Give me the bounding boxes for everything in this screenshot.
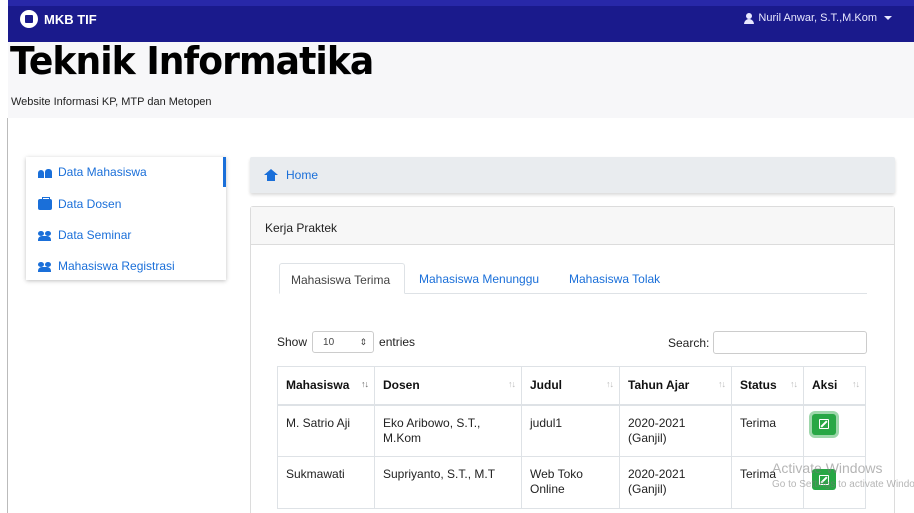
site-subtitle: Website Informasi KP, MTP dan Metopen: [11, 96, 212, 108]
column-header-judul[interactable]: Judul ↑↓: [521, 366, 620, 406]
sort-icon: ↑↓: [606, 379, 614, 389]
cell-tahun-ajar: 2020-2021 (Ganjil): [619, 456, 732, 509]
cell-mahasiswa: Sukmawati: [277, 456, 375, 509]
column-header-mahasiswa[interactable]: Mahasiswa ↑↓: [277, 366, 375, 406]
sort-icon: ↑↓: [852, 379, 860, 389]
column-header-status[interactable]: Status ↑↓: [731, 366, 804, 406]
entries-length-control: Show 10 ⇕ entries: [277, 331, 415, 353]
tab-mahasiswa-menunggu[interactable]: Mahasiswa Menunggu: [419, 263, 539, 294]
home-icon: [264, 169, 278, 181]
show-label: Show: [277, 335, 308, 349]
table-header-row: Mahasiswa ↑↓ Dosen ↑↓ Judul ↑↓ Tahun Ajar ↑↓…: [277, 366, 866, 406]
sidebar-active-indicator: [223, 157, 226, 187]
activate-windows-watermark: Activate Windows: [772, 460, 883, 476]
search-input[interactable]: [713, 331, 868, 354]
sidebar-item-label: Data Seminar: [58, 228, 132, 242]
sort-icon: ↑↓: [508, 379, 516, 389]
breadcrumb: Home: [250, 157, 895, 193]
cell-aksi: [803, 404, 866, 457]
sidebar-item-data-mahasiswa[interactable]: Data Mahasiswa: [38, 165, 147, 179]
table-row: M. Satrio Aji Eko Aribowo, S.T., M.Kom j…: [277, 404, 866, 457]
column-header-tahun-ajar[interactable]: Tahun Ajar ↑↓: [619, 366, 732, 406]
brand-label: MKB TIF: [44, 11, 97, 27]
edit-button[interactable]: [812, 413, 836, 435]
left-border: [7, 118, 8, 513]
sidebar-item-mahasiswa-registrasi[interactable]: Mahasiswa Registrasi: [38, 259, 175, 273]
entries-label: entries: [379, 335, 416, 349]
sidebar-item-label: Data Dosen: [58, 197, 122, 211]
user-menu[interactable]: Nuril Anwar, S.T.,M.Kom: [744, 12, 892, 24]
card-title: Kerja Praktek: [251, 207, 894, 245]
sidebar-item-data-dosen[interactable]: Data Dosen: [38, 196, 122, 211]
sort-icon: ↑↓: [718, 379, 726, 389]
sidebar-item-label: Data Mahasiswa: [58, 165, 147, 179]
site-title: Teknik Informatika: [10, 39, 374, 83]
edit-icon: [819, 419, 829, 429]
top-navbar: MKB TIF Nuril Anwar, S.T.,M.Kom: [8, 0, 914, 42]
cell-dosen: Supriyanto, S.T., M.T: [374, 456, 522, 509]
sidebar: Data Mahasiswa Data Dosen Data Seminar M…: [26, 157, 226, 280]
entries-select-value: 10: [323, 336, 335, 348]
brand-logo-icon: [20, 10, 38, 28]
cell-judul: Web Toko Online: [521, 456, 620, 509]
caret-down-icon: [884, 16, 892, 20]
breadcrumb-home-link[interactable]: Home: [286, 168, 318, 182]
sidebar-item-data-seminar[interactable]: Data Seminar: [38, 228, 131, 242]
tab-mahasiswa-tolak[interactable]: Mahasiswa Tolak: [569, 263, 660, 294]
column-header-dosen[interactable]: Dosen ↑↓: [374, 366, 522, 406]
table-search: Search:: [668, 331, 868, 354]
cell-dosen: Eko Aribowo, S.T., M.Kom: [374, 404, 522, 457]
user-name: Nuril Anwar, S.T.,M.Kom: [758, 12, 877, 24]
group-icon: [38, 230, 52, 241]
briefcase-icon: [38, 196, 52, 210]
group-icon: [38, 261, 52, 272]
column-header-aksi[interactable]: Aksi ↑↓: [803, 366, 866, 406]
tab-bar: Mahasiswa Terima Mahasiswa Menunggu Maha…: [279, 263, 867, 294]
sort-icon: ↑↓: [790, 379, 798, 389]
navbar-brand[interactable]: MKB TIF: [20, 10, 97, 28]
cell-tahun-ajar: 2020-2021 (Ganjil): [619, 404, 732, 457]
entries-select[interactable]: 10 ⇕: [312, 331, 375, 353]
sidebar-item-label: Mahasiswa Registrasi: [58, 259, 175, 273]
user-icon: [744, 12, 755, 24]
sort-icon: ↑↓: [361, 379, 369, 389]
cell-status: Terima: [731, 404, 804, 457]
search-label: Search:: [668, 335, 710, 350]
tab-mahasiswa-terima[interactable]: Mahasiswa Terima: [279, 263, 405, 294]
users-icon: [38, 167, 52, 178]
cell-mahasiswa: M. Satrio Aji: [277, 404, 375, 457]
cell-judul: judul1: [521, 404, 620, 457]
activate-windows-subtext: Go to Settings to activate Windows.: [772, 479, 914, 490]
updown-arrows-icon: ⇕: [359, 336, 368, 347]
